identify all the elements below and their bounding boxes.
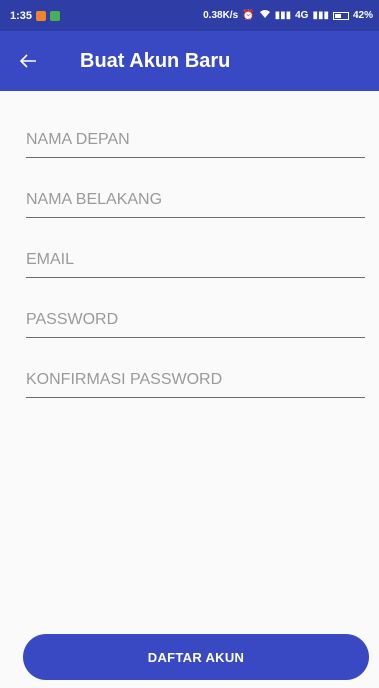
registration-form bbox=[26, 91, 365, 398]
notification-orange-icon bbox=[36, 10, 47, 21]
last-name-field[interactable] bbox=[26, 191, 365, 209]
app-bar: Buat Akun Baru bbox=[0, 31, 379, 91]
first-name-field[interactable] bbox=[26, 131, 365, 149]
confirm-password-field[interactable] bbox=[26, 371, 365, 389]
network-type: 4G bbox=[295, 10, 309, 21]
last-name-field-wrapper bbox=[26, 158, 365, 218]
confirm-password-field-wrapper bbox=[26, 338, 365, 398]
email-field[interactable] bbox=[26, 251, 365, 269]
signal-icon-2: ▮▮▮ bbox=[312, 10, 329, 21]
back-button[interactable] bbox=[0, 31, 56, 91]
status-time: 1:35 bbox=[10, 9, 33, 22]
arrow-back-icon bbox=[19, 54, 36, 68]
wifi-icon bbox=[259, 9, 271, 22]
battery-icon bbox=[332, 11, 349, 20]
notification-green-icon bbox=[50, 10, 61, 21]
signal-icon: ▮▮▮ bbox=[274, 10, 292, 21]
alarm-icon: ⏰ bbox=[242, 10, 255, 21]
status-right: 0.38K/s ⏰ ▮▮▮ 4G ▮▮▮ 42% bbox=[203, 9, 373, 22]
screen: 1:35 0.38K/s ⏰ ▮▮▮ 4G ▮▮▮ 42% Buat Akun … bbox=[0, 0, 379, 688]
status-left: 1:35 bbox=[10, 9, 61, 22]
register-button[interactable]: DAFTAR AKUN bbox=[23, 634, 369, 680]
battery-level: 42% bbox=[352, 10, 373, 21]
password-field-wrapper bbox=[26, 278, 365, 338]
email-field-wrapper bbox=[26, 218, 365, 278]
password-field[interactable] bbox=[26, 311, 365, 329]
page-title: Buat Akun Baru bbox=[80, 49, 231, 72]
net-speed: 0.38K/s bbox=[203, 10, 239, 21]
status-bar: 1:35 0.38K/s ⏰ ▮▮▮ 4G ▮▮▮ 42% bbox=[0, 0, 379, 31]
first-name-field-wrapper bbox=[26, 91, 365, 158]
